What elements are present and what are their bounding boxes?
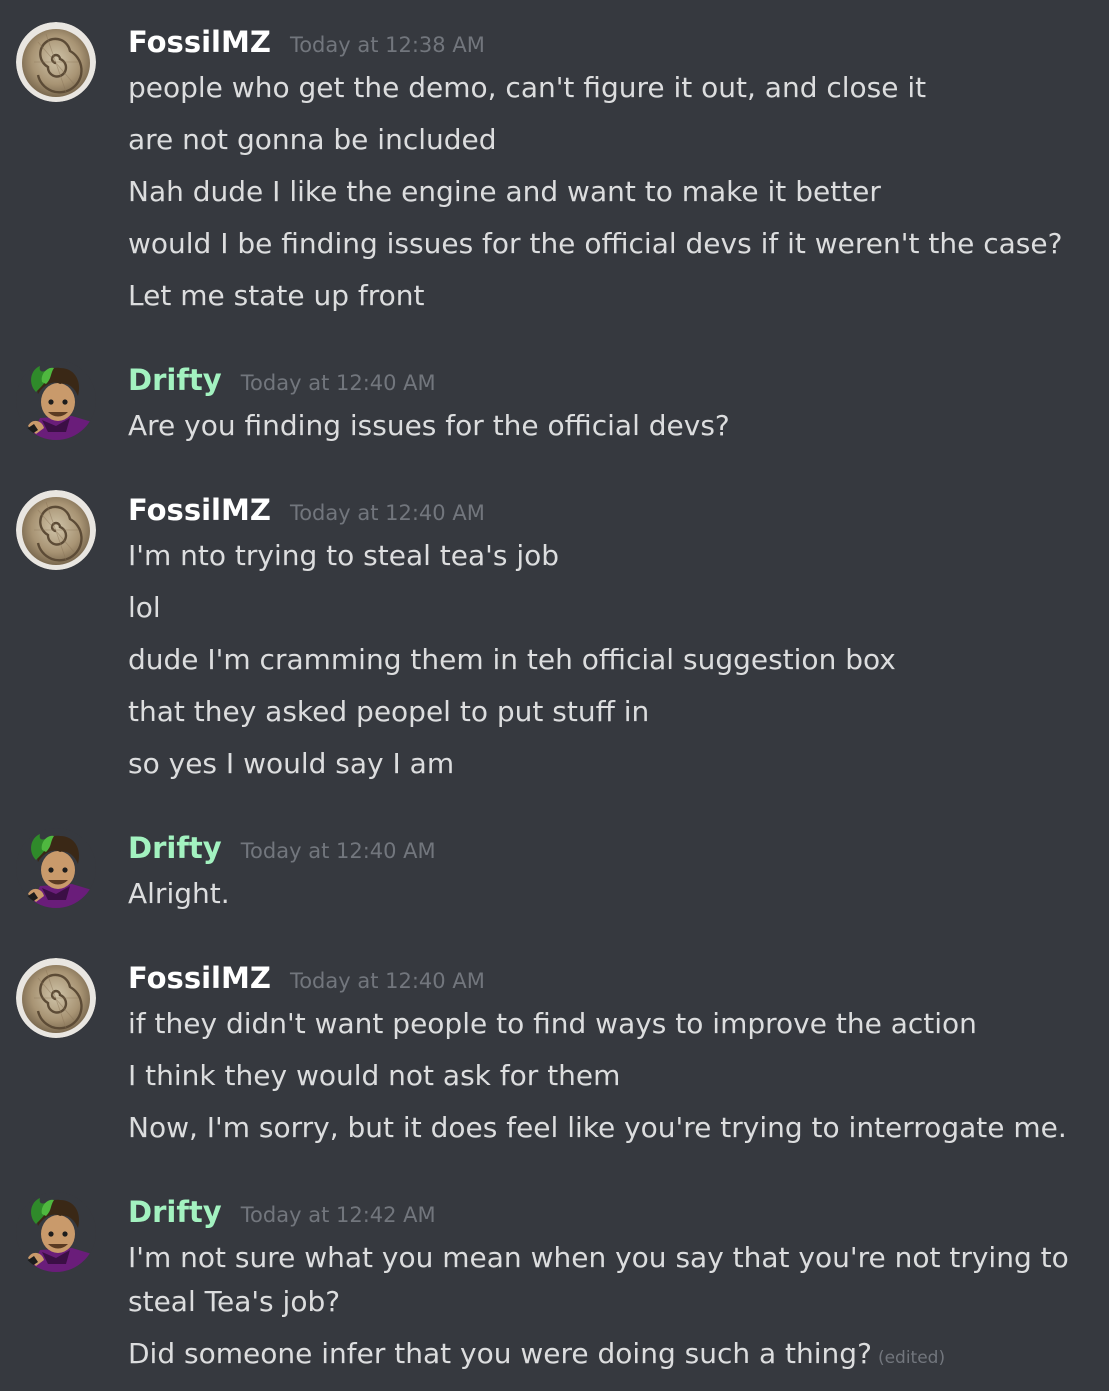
timestamp: Today at 12:40 AM: [240, 371, 436, 395]
message-body: I'm nto trying to steal tea's job lol du…: [128, 534, 1088, 794]
message-line: are not gonna be included: [128, 123, 497, 156]
message-line: that they asked peopel to put stuff in: [128, 695, 650, 728]
message-line: I think they would not ask for them: [128, 1059, 621, 1092]
timestamp: Today at 12:40 AM: [240, 839, 436, 863]
message-body: Are you finding issues for the official …: [128, 404, 1088, 456]
message-line: people who get the demo, can't figure it…: [128, 71, 927, 104]
username[interactable]: FossilMZ: [128, 22, 271, 62]
username[interactable]: FossilMZ: [128, 490, 271, 530]
username[interactable]: Drifty: [128, 1192, 222, 1232]
fossil-avatar-icon[interactable]: [16, 22, 96, 102]
edited-label: (edited): [877, 1348, 946, 1368]
timestamp: Today at 12:42 AM: [240, 1203, 436, 1227]
message-body: I'm not sure what you mean when you say …: [128, 1236, 1088, 1384]
message-line: if they didn't want people to find ways …: [128, 1007, 977, 1040]
chat-log: FossilMZ Today at 12:38 AM people who ge…: [0, 0, 1109, 1391]
message-body: if they didn't want people to find ways …: [128, 1002, 1088, 1158]
message-line: dude I'm cramming them in teh official s…: [128, 643, 896, 676]
message-header: Drifty Today at 12:40 AM: [128, 360, 436, 400]
message-line-text: Did someone infer that you were doing su…: [128, 1337, 872, 1370]
fossil-avatar-icon[interactable]: [16, 490, 96, 570]
timestamp: Today at 12:40 AM: [289, 501, 485, 525]
drifty-avatar-icon[interactable]: [16, 1192, 96, 1272]
message-line: so yes I would say I am: [128, 747, 455, 780]
message-line: lol: [128, 591, 161, 624]
message-header: FossilMZ Today at 12:40 AM: [128, 958, 485, 998]
message-header: FossilMZ Today at 12:40 AM: [128, 490, 485, 530]
message-line: Are you finding issues for the official …: [128, 409, 730, 442]
drifty-avatar-icon[interactable]: [16, 360, 96, 440]
username[interactable]: Drifty: [128, 828, 222, 868]
message-line: I'm nto trying to steal tea's job: [128, 539, 560, 572]
message-header: Drifty Today at 12:40 AM: [128, 828, 436, 868]
fossil-avatar-icon[interactable]: [16, 958, 96, 1038]
drifty-avatar-icon[interactable]: [16, 828, 96, 908]
message-line: Now, I'm sorry, but it does feel like yo…: [128, 1111, 1067, 1144]
message-body: Alright.: [128, 872, 1088, 924]
message-line: Did someone infer that you were doing su…: [128, 1332, 1088, 1384]
timestamp: Today at 12:40 AM: [289, 969, 485, 993]
message-header: Drifty Today at 12:42 AM: [128, 1192, 436, 1232]
message-line: Alright.: [128, 877, 230, 910]
username[interactable]: Drifty: [128, 360, 222, 400]
message-line: Nah dude I like the engine and want to m…: [128, 175, 881, 208]
message-line: I'm not sure what you mean when you say …: [128, 1241, 1069, 1318]
message-body: people who get the demo, can't figure it…: [128, 66, 1088, 326]
timestamp: Today at 12:38 AM: [289, 33, 485, 57]
message-line: would I be finding issues for the offici…: [128, 227, 1063, 260]
message-line: Let me state up front: [128, 279, 425, 312]
username[interactable]: FossilMZ: [128, 958, 271, 998]
message-header: FossilMZ Today at 12:38 AM: [128, 22, 485, 62]
